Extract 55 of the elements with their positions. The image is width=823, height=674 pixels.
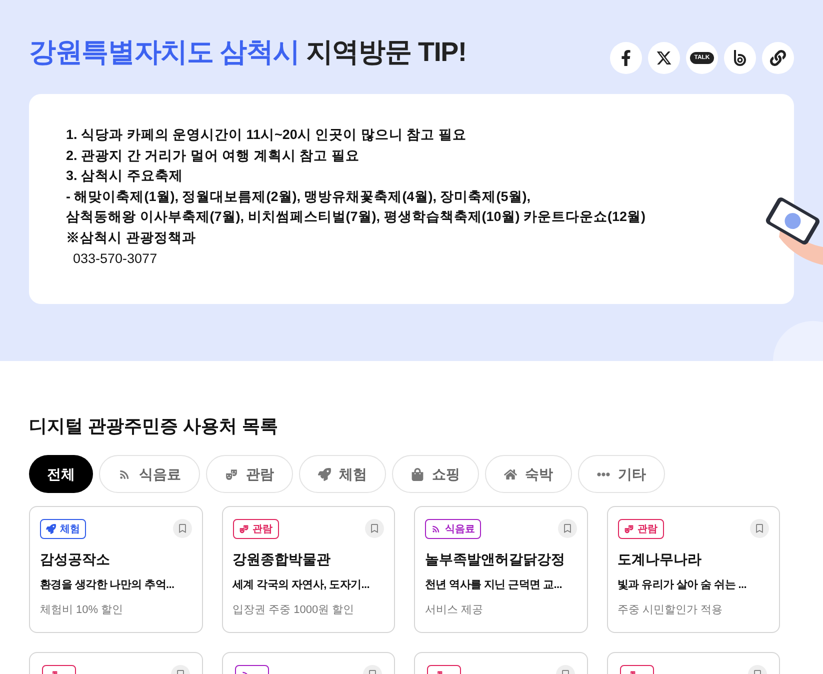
- place-name: 강원종합박물관: [232, 550, 332, 569]
- house-icon: [504, 468, 517, 480]
- place-name: 놀부족발앤허갈닭강정: [425, 550, 566, 569]
- bookmark-button[interactable]: [558, 519, 576, 538]
- tip-text: 삼척동해왕 이사부축제(7월), 비치썸페스티벌(7월), 평생학습책축제(10월) 카운트다운쇼(12월): [66, 208, 647, 226]
- place-description: 빛과 유리가 살아 숨 쉬는 ...: [618, 578, 747, 593]
- tip-text: 1. 식당과 카페의 운영시간이 11시~20시 인곳이 많으니 참고 필요: [66, 126, 468, 144]
- phone-number: 033-570-3077: [72, 250, 158, 268]
- place-benefit: 체험비 10% 할인: [40, 602, 124, 618]
- place-description: 환경을 생각한 나만의 추억...: [40, 578, 174, 593]
- rocket-icon: [46, 524, 56, 534]
- place-description: 세계 각국의 자연사, 도자기...: [232, 578, 370, 593]
- filter-tab[interactable]: 기타: [578, 455, 665, 493]
- tip-text: - 해맞이축제(1월), 정월대보름제(2월), 맹방유채꽃축제(4월), 장미축제(5월),: [66, 188, 532, 206]
- place-benefit: 입장권 주중 1000원 할인: [232, 602, 356, 618]
- link-icon: [770, 50, 786, 66]
- category-tag: 체험: [40, 519, 86, 539]
- place-benefit: 주중 시민할인가 적용: [618, 602, 724, 618]
- filter-tab[interactable]: 숙박: [485, 455, 572, 493]
- bookmark-button[interactable]: [750, 519, 769, 538]
- bag-icon: [411, 468, 424, 480]
- place-description: 천년 역사를 지닌 근덕면 교...: [425, 578, 562, 593]
- category-tag: 관람: [618, 519, 664, 539]
- section-title: 디지털 관광주민증 사용처 목록: [29, 415, 280, 438]
- category-tag: 관람: [232, 519, 278, 539]
- share-button[interactable]: [724, 42, 756, 74]
- blog-icon: [732, 49, 748, 67]
- place-benefit: 서비스 제공: [425, 602, 484, 618]
- share-button[interactable]: [762, 42, 794, 74]
- place-card[interactable]: 식음료 놀부족발앤허갈닭강정 천년 역사를 지닌 근덕면 교... 서비스 제공: [414, 506, 588, 633]
- filter-tab[interactable]: 전체: [29, 455, 93, 493]
- page-title: 강원특별자치도 삼척시 지역방문 TIP!: [29, 36, 466, 69]
- bookmark-icon: [562, 524, 572, 533]
- place-name: 도계나무나라: [618, 550, 702, 569]
- place-name: 감성공작소: [40, 550, 111, 569]
- share-button[interactable]: [648, 42, 680, 74]
- bookmark-icon: [178, 524, 186, 533]
- filter-tab[interactable]: 관람: [206, 455, 293, 493]
- filter-tab[interactable]: 체험: [299, 455, 386, 493]
- tip-text: 2. 관광지 간 거리가 멀어 여행 계획시 참고 필요: [66, 146, 360, 165]
- bookmark-button[interactable]: [365, 519, 384, 538]
- bookmark-button[interactable]: [172, 519, 192, 538]
- filter-tab[interactable]: 식음료: [99, 455, 200, 493]
- share-button[interactable]: [610, 42, 642, 74]
- x-icon: [656, 50, 672, 66]
- bookmark-icon: [370, 524, 379, 533]
- category-tag: 식음료: [425, 519, 481, 539]
- tip-text: ※삼척시 관광정책과: [66, 228, 197, 247]
- rocket-icon: [318, 468, 331, 480]
- place-card[interactable]: 체험 감성공작소 환경을 생각한 나만의 추억... 체험비 10% 할인: [29, 506, 202, 633]
- bookmark-icon: [755, 524, 764, 533]
- tip-text: 3. 삼척시 주요축제: [66, 167, 184, 186]
- filter-tab[interactable]: 쇼핑: [392, 455, 479, 493]
- place-card[interactable]: 관람 강원종합박물관 세계 각국의 자연사, 도자기... 입장권 주중 1000원 할인: [222, 506, 395, 633]
- place-card[interactable]: 관람 도계나무나라 빛과 유리가 살아 숨 쉬는 ... 주중 시민할인가 적용: [606, 506, 780, 633]
